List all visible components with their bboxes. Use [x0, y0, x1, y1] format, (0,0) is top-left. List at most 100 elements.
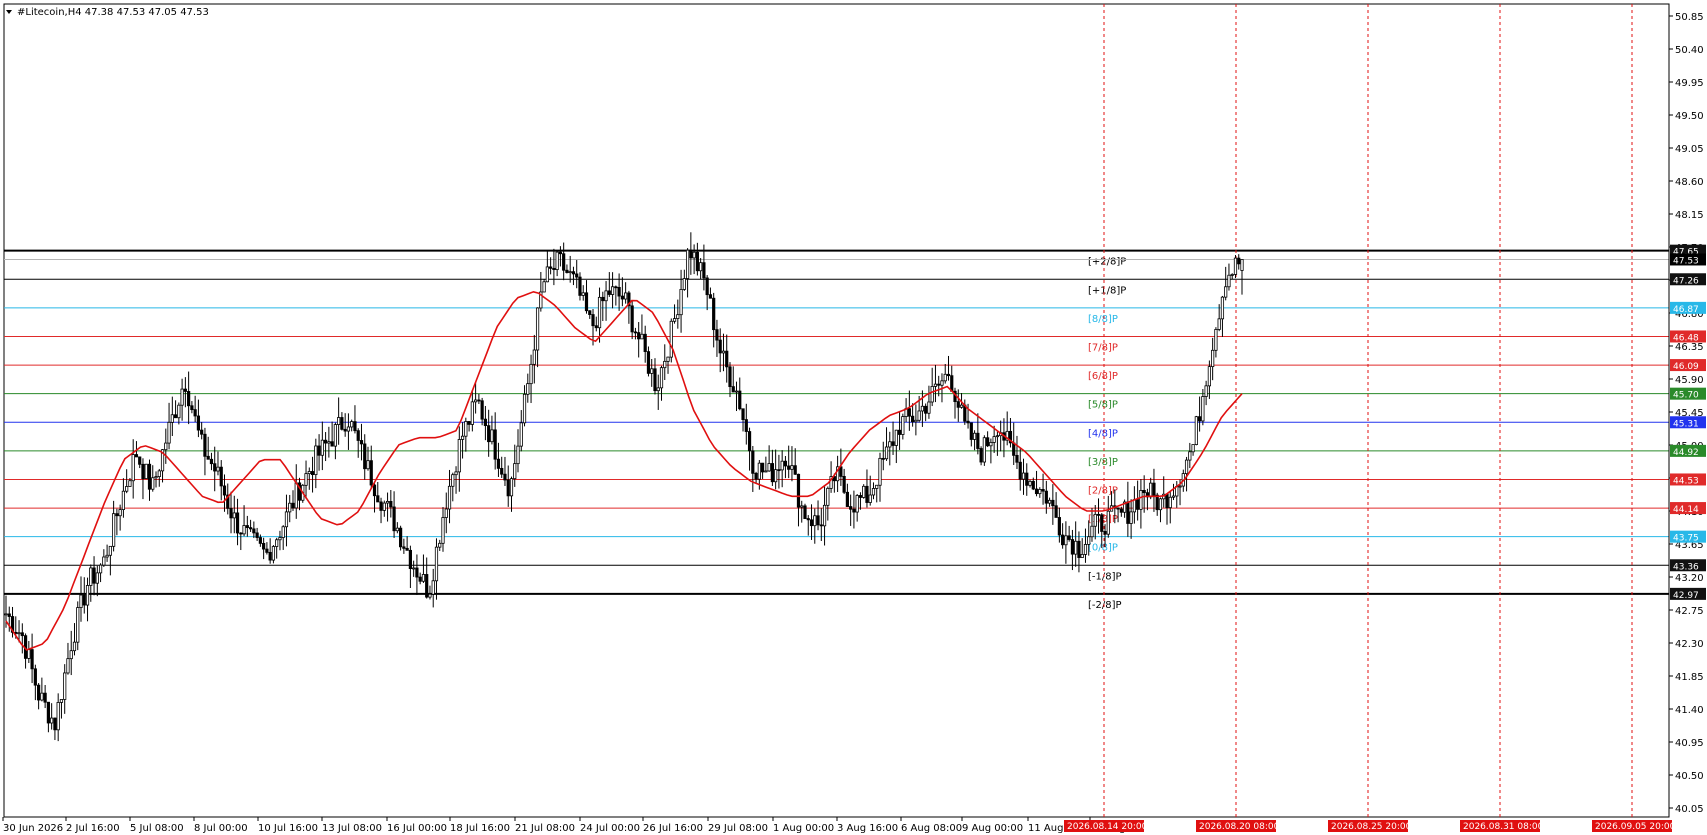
x-tick-label: 29 Jul 08:00	[708, 823, 768, 834]
candle-body	[1207, 366, 1211, 387]
candle-body	[154, 476, 158, 479]
marker-date-tag[interactable]: 2026.09.05 20:00	[1592, 820, 1676, 832]
candle-body	[265, 548, 269, 553]
candle-body	[852, 508, 856, 513]
candle-body	[229, 507, 233, 519]
candle-body	[1165, 493, 1169, 509]
candle-body	[584, 292, 589, 312]
candle-body	[1012, 442, 1016, 456]
candle-body	[653, 368, 657, 392]
candle-body	[597, 296, 602, 329]
candle-body	[516, 445, 520, 465]
candle-body	[1106, 510, 1110, 535]
candle-body	[734, 390, 739, 393]
marker-date-tag[interactable]: 2026.08.31 08:00	[1460, 820, 1544, 832]
candle-body	[911, 415, 915, 423]
candle-body	[180, 388, 184, 406]
candle-body	[1142, 490, 1146, 494]
y-tick-label: 45.90	[1675, 375, 1704, 386]
x-tick-label: 3 Aug 16:00	[837, 823, 898, 834]
candle-body	[59, 699, 64, 703]
candle-body	[604, 290, 608, 302]
candle-body	[17, 632, 21, 635]
price-tag-text: 46.48	[1673, 333, 1699, 343]
x-tick-label: 8 Jul 00:00	[194, 823, 248, 834]
candle-body	[513, 463, 517, 480]
candle-body	[268, 551, 272, 561]
candle-body	[656, 387, 660, 392]
marker-date-tag[interactable]: 2026.08.20 08:00	[1196, 820, 1280, 832]
candle-body	[193, 409, 197, 417]
candle-body	[389, 500, 393, 508]
candle-body	[50, 717, 54, 724]
murrey-label: [2/8]P	[1088, 485, 1118, 496]
candle-body	[457, 439, 461, 473]
candle	[1194, 415, 1198, 446]
candle-body	[519, 422, 523, 447]
candle-body	[252, 528, 256, 534]
candle-body	[79, 594, 83, 608]
candle-body	[1031, 480, 1035, 490]
candle-body	[131, 454, 135, 482]
x-tick-label: 16 Jul 00:00	[387, 823, 447, 834]
candle-body	[995, 435, 1000, 438]
candle-body	[317, 445, 321, 456]
candle-body	[718, 339, 722, 354]
candle-body	[875, 484, 879, 489]
candle-body	[738, 390, 742, 410]
candle-body	[480, 400, 484, 420]
candle-body	[1067, 535, 1071, 540]
murrey-label: [6/8]P	[1088, 371, 1118, 382]
candle-body	[444, 508, 448, 518]
marker-date-tag[interactable]: 2026.08.25 20:00	[1328, 820, 1412, 832]
candle-body	[800, 505, 804, 508]
candle-body	[1136, 499, 1140, 510]
candle-body	[1171, 495, 1176, 498]
candle-body	[310, 471, 315, 476]
candle-body	[1237, 257, 1241, 265]
candle-body	[571, 271, 576, 275]
candle-body	[402, 546, 406, 549]
candle-body	[1077, 540, 1081, 558]
candle-body	[620, 295, 624, 300]
candle-body	[637, 332, 641, 340]
candle-body	[327, 441, 331, 444]
candle-body	[992, 436, 996, 443]
murrey-label: [+1/8]P	[1088, 285, 1126, 296]
murrey-price-tag: 47.26	[1670, 273, 1706, 286]
candle-body	[643, 333, 647, 353]
candle-body	[940, 380, 944, 386]
candle-body	[102, 556, 106, 566]
candle-body	[787, 465, 791, 470]
candle-body	[685, 249, 690, 279]
candle-body	[447, 485, 452, 510]
candle-body	[679, 289, 683, 316]
chart-window[interactable]: [+2/8]P [+1/8]P [8/8]P [7/8]P [6/8]P [5/8]P [4…	[0, 0, 1707, 835]
candle-body	[979, 448, 983, 463]
candle-body	[118, 509, 122, 517]
marker-date-tag[interactable]: 2026.08.14 20:00	[1064, 820, 1148, 832]
candle-body	[1168, 496, 1172, 509]
candle-body	[69, 650, 73, 660]
candle-body	[1211, 349, 1215, 368]
x-tick-label: 1 Aug 00:00	[773, 823, 834, 834]
candle-body	[914, 419, 918, 423]
candle-body	[363, 443, 367, 470]
candle-body	[920, 405, 925, 412]
candle-body	[232, 512, 236, 519]
price-chart[interactable]: [+2/8]P [+1/8]P [8/8]P [7/8]P [6/8]P [5/8]P [4…	[0, 0, 1707, 835]
candle-body	[92, 567, 96, 584]
candle-body	[1214, 329, 1218, 351]
candle-body	[1083, 544, 1088, 555]
candle-body	[1074, 540, 1078, 555]
candle-body	[747, 431, 752, 452]
candle-body	[209, 458, 214, 465]
candle-body	[699, 262, 703, 272]
candle-body	[399, 527, 403, 548]
candle	[979, 446, 983, 466]
candle-body	[894, 429, 898, 446]
candle-body	[33, 668, 37, 686]
candle-body	[966, 420, 970, 424]
candle-body	[633, 331, 638, 334]
current-price-tag: 47.53	[1670, 253, 1706, 266]
